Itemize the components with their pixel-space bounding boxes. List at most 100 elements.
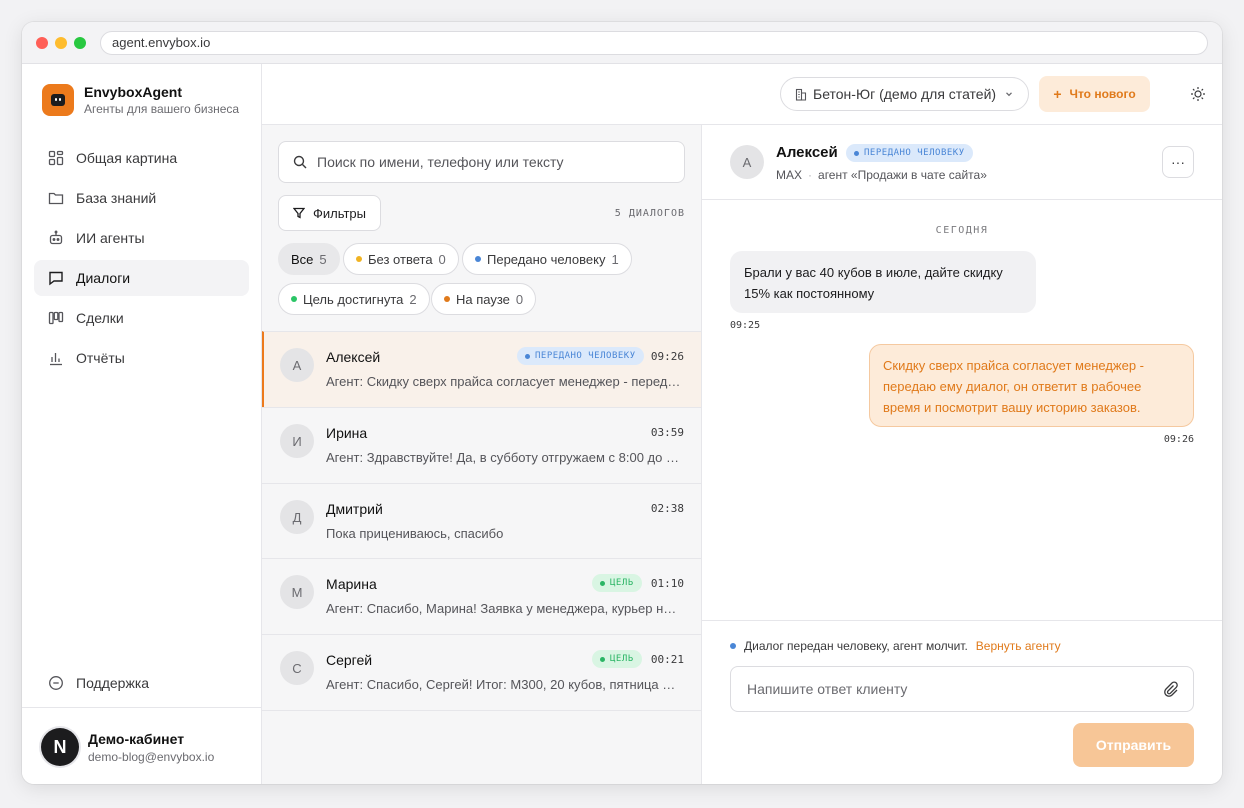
search-input[interactable] — [317, 154, 657, 170]
search-box[interactable] — [278, 141, 685, 183]
workspace-selector[interactable]: Бетон-Юг (демо для статей) — [780, 77, 1030, 111]
chip-all[interactable]: Все 5 — [278, 243, 340, 275]
chat-contact-name: Алексей — [776, 144, 838, 161]
chat-icon — [49, 271, 63, 286]
bar-chart-icon — [50, 353, 62, 366]
dialog-preview: Агент: Скидку сверх прайса согласует мен… — [326, 374, 681, 389]
sidebar-item-reports[interactable]: Отчёты — [34, 340, 249, 376]
sidebar: EnvyboxAgent Агенты для вашего бизнеса О… — [22, 64, 262, 784]
dialog-preview: Агент: Спасибо, Сергей! Итог: М300, 20 к… — [326, 677, 681, 692]
avatar: Д — [280, 500, 314, 534]
chat-agent: агент «Продажи в чате сайта» — [818, 168, 987, 182]
chat-panel: А Алексей ПЕРЕДАНО ЧЕЛОВЕКУ MAX · агент «П… — [702, 125, 1222, 784]
sidebar-item-knowledge-base[interactable]: База знаний — [34, 180, 249, 216]
dialog-item[interactable]: А Алексей ПЕРЕДАНО ЧЕЛОВЕКУ 09:26 Агент:… — [262, 331, 701, 407]
dialog-name: Ирина — [326, 425, 368, 441]
topbar: Бетон-Юг (демо для статей) + Что нового — [262, 64, 1222, 125]
avatar: А — [730, 145, 764, 179]
return-to-agent-link[interactable]: Вернуть агенту — [976, 639, 1061, 653]
chip-count: 1 — [611, 251, 619, 267]
brand-logo-icon — [42, 84, 74, 116]
sidebar-item-deals[interactable]: Сделки — [34, 300, 249, 336]
sidebar-item-overview[interactable]: Общая картина — [34, 140, 249, 176]
account-panel[interactable]: N Демо-кабинет demo-blog@envybox.io — [22, 707, 261, 784]
dialog-name: Алексей — [326, 349, 381, 365]
handoff-text: Диалог передан человеку, агент молчит. — [744, 639, 968, 653]
dialog-time: 02:38 — [650, 502, 684, 515]
sidebar-nav: Общая картина База знаний ИИ агенты Диал… — [34, 140, 249, 380]
attach-icon[interactable] — [1163, 681, 1179, 697]
chip-label: Все — [291, 251, 314, 267]
sidebar-item-ai-agents[interactable]: ИИ агенты — [34, 220, 249, 256]
avatar: А — [280, 348, 314, 382]
maximize-window-button[interactable] — [74, 37, 86, 49]
avatar: N — [41, 728, 79, 766]
brand[interactable]: EnvyboxAgent Агенты для вашего бизнеса — [42, 84, 239, 116]
reply-box[interactable] — [730, 666, 1194, 712]
theme-toggle-button[interactable] — [1190, 86, 1206, 105]
chat-meta: MAX · агент «Продажи в чате сайта» — [776, 168, 987, 182]
status-badge: ЦЕЛЬ — [592, 574, 642, 592]
support-link[interactable]: Поддержка — [48, 675, 149, 691]
building-icon — [795, 88, 807, 101]
dialog-item[interactable]: С Сергей ЦЕЛЬ 00:21 Агент: Спасибо, Серг… — [262, 634, 701, 711]
chip-goal-reached[interactable]: Цель достигнута 2 — [278, 283, 430, 315]
chip-no-reply[interactable]: Без ответа 0 — [343, 243, 459, 275]
dialog-time: 09:26 — [650, 350, 684, 363]
dialog-preview: Агент: Здравствуйте! Да, в субботу отгру… — [326, 450, 681, 465]
brand-name: EnvyboxAgent — [84, 84, 183, 100]
sun-icon — [1191, 87, 1205, 101]
reply-input[interactable] — [747, 681, 1147, 697]
chip-count: 2 — [409, 291, 417, 307]
robot-icon — [49, 230, 63, 245]
dialog-item[interactable]: М Марина ЦЕЛЬ 01:10 Агент: Спасибо, Мари… — [262, 558, 701, 634]
whats-new-button[interactable]: + Что нового — [1039, 76, 1150, 112]
incoming-message-time: 09:25 — [730, 320, 761, 331]
more-options-button[interactable]: ··· — [1162, 146, 1194, 178]
incoming-message: Брали у вас 40 кубов в июле, дайте скидк… — [730, 251, 1036, 313]
chip-handed-to-human[interactable]: Передано человеку 1 — [462, 243, 632, 275]
dialog-item[interactable]: Д Дмитрий 02:38 Пока прицениваюсь, спаси… — [262, 483, 701, 559]
status-dot — [525, 353, 530, 359]
status-badge: ПЕРЕДАНО ЧЕЛОВЕКУ — [517, 347, 644, 365]
status-dot — [854, 150, 859, 156]
sidebar-item-label: ИИ агенты — [76, 230, 145, 246]
dialog-time: 03:59 — [650, 426, 684, 439]
outgoing-message: Скидку сверх прайса согласует менеджер -… — [869, 344, 1194, 427]
dialog-name: Дмитрий — [326, 501, 383, 517]
dialog-preview: Агент: Спасибо, Марина! Заявка у менедже… — [326, 601, 681, 616]
address-bar[interactable]: agent.envybox.io — [100, 31, 1208, 55]
support-chat-icon — [49, 676, 63, 690]
chevron-down-icon — [1006, 92, 1013, 97]
send-button[interactable]: Отправить — [1073, 723, 1194, 767]
status-dot — [600, 656, 605, 662]
search-icon — [293, 155, 307, 169]
chip-count: 0 — [515, 291, 524, 307]
status-dot — [730, 643, 736, 649]
filters-label: Фильтры — [312, 205, 366, 221]
workspace-name: Бетон-Юг (демо для статей) — [813, 86, 997, 102]
day-separator: СЕГОДНЯ — [935, 225, 989, 236]
minimize-window-button[interactable] — [55, 37, 67, 49]
dialog-time: 00:21 — [650, 653, 684, 666]
kanban-icon — [48, 311, 64, 325]
chip-paused[interactable]: На паузе 0 — [431, 283, 537, 315]
status-dot — [475, 256, 481, 262]
dialog-item[interactable]: И Ирина 03:59 Агент: Здравствуйте! Да, в… — [262, 407, 701, 483]
sidebar-item-dialogs[interactable]: Диалоги — [34, 260, 249, 296]
folder-icon — [48, 192, 64, 205]
filters-button[interactable]: Фильтры — [278, 195, 381, 231]
dialog-name: Сергей — [326, 652, 373, 668]
app-window: agent.envybox.io EnvyboxAgent Агенты для… — [22, 22, 1222, 784]
browser-chrome: agent.envybox.io — [22, 22, 1222, 64]
dialog-time: 01:10 — [650, 577, 684, 590]
avatar: С — [280, 651, 314, 685]
close-window-button[interactable] — [36, 37, 48, 49]
avatar: М — [280, 575, 314, 609]
status-dot — [356, 256, 362, 262]
chat-channel: MAX — [776, 168, 803, 182]
sparkle-icon: + — [1053, 86, 1062, 102]
sidebar-item-label: База знаний — [76, 190, 157, 206]
sidebar-item-label: Общая картина — [76, 150, 178, 166]
status-badge: ПЕРЕДАНО ЧЕЛОВЕКУ — [846, 144, 973, 162]
